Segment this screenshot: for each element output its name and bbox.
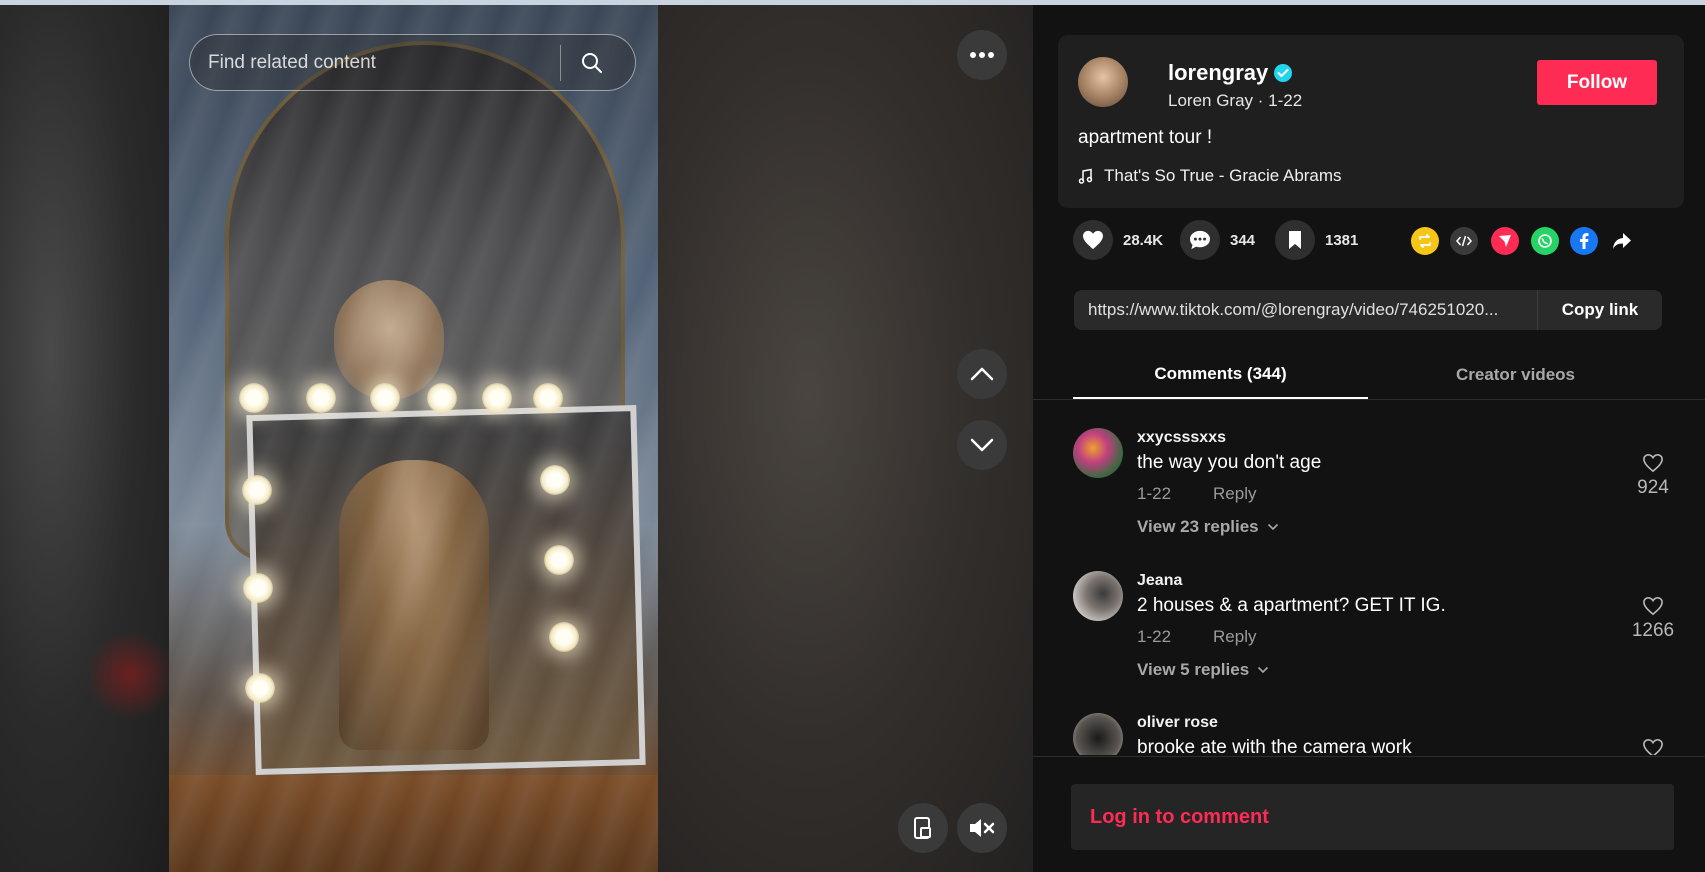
comment-text: 2 houses & a apartment? GET IT IG. — [1137, 595, 1446, 616]
view-replies-button[interactable]: View 23 replies — [1137, 517, 1279, 537]
save-count: 1381 — [1325, 231, 1359, 249]
bookmark-icon — [1289, 231, 1301, 249]
comment-like-button[interactable] — [1623, 738, 1683, 755]
search-input[interactable] — [190, 51, 560, 74]
heart-outline-icon — [1643, 738, 1663, 755]
embed-button[interactable] — [1450, 227, 1478, 255]
author-username[interactable]: lorengray — [1168, 60, 1268, 86]
comment-like-count: 1266 — [1631, 620, 1675, 641]
comment-meta: 1-22 Reply — [1137, 484, 1257, 504]
share-arrow-icon — [1613, 233, 1631, 249]
music-link[interactable]: That's So True - Gracie Abrams — [1078, 166, 1342, 186]
heart-outline-icon — [1643, 453, 1663, 473]
author-display-name: Loren Gray — [1168, 91, 1254, 110]
search-icon — [582, 52, 602, 73]
tab-comments[interactable]: Comments (344) — [1073, 350, 1368, 399]
chevron-down-icon — [1267, 523, 1278, 531]
author-subline: Loren Gray · 1-22 — [1168, 91, 1302, 111]
comment-date: 1-22 — [1137, 627, 1172, 646]
details-panel: lorengray Loren Gray · 1-22 Follow apart… — [1033, 5, 1705, 872]
view-replies-label[interactable]: View 5 replies — [1137, 660, 1249, 680]
embed-icon — [1456, 235, 1472, 247]
mute-button[interactable] — [957, 803, 1007, 853]
previous-video-button[interactable] — [957, 349, 1007, 399]
video-area — [0, 5, 1033, 872]
comment-date: 1-22 — [1137, 484, 1172, 503]
repost-icon — [1419, 234, 1431, 248]
facebook-icon — [1580, 233, 1589, 249]
verified-icon — [1274, 64, 1293, 82]
author-avatar[interactable] — [1078, 57, 1128, 107]
reply-button[interactable]: Reply — [1213, 627, 1256, 647]
next-video-button[interactable] — [957, 420, 1007, 470]
commenter-username[interactable]: xxycsssxxs — [1137, 429, 1226, 447]
comment-text: the way you don't age — [1137, 452, 1322, 473]
comment-button[interactable]: 344 — [1180, 220, 1255, 260]
search-bar[interactable] — [189, 34, 636, 91]
pip-icon — [914, 817, 931, 839]
mute-icon — [970, 819, 995, 837]
comment-like-button[interactable]: 924 — [1623, 453, 1683, 499]
post-description: apartment tour ! — [1078, 127, 1213, 148]
music-title[interactable]: That's So True - Gracie Abrams — [1104, 166, 1342, 186]
tab-creator-videos[interactable]: Creator videos — [1368, 350, 1663, 399]
comment-item: xxycsssxxs the way you don't age 1-22 Re… — [1073, 423, 1683, 548]
comment-like-count: 924 — [1637, 477, 1669, 498]
follow-button[interactable]: Follow — [1537, 60, 1657, 105]
video-blur-left — [0, 5, 170, 872]
chevron-down-icon — [1258, 666, 1269, 674]
more-options-button[interactable] — [957, 30, 1007, 80]
comment-like-button[interactable]: 1266 — [1623, 596, 1683, 642]
commenter-username[interactable]: oliver rose — [1137, 714, 1218, 732]
like-count: 28.4K — [1123, 231, 1164, 249]
commenter-avatar[interactable] — [1073, 571, 1123, 621]
comment-input-bar: Log in to comment — [1033, 756, 1705, 872]
comment-count: 344 — [1230, 231, 1256, 249]
commenter-avatar[interactable] — [1073, 713, 1123, 755]
chevron-up-icon — [970, 367, 994, 381]
whatsapp-share-button[interactable] — [1531, 227, 1559, 255]
share-link-url[interactable]: https://www.tiktok.com/@lorengray/video/… — [1074, 300, 1537, 320]
login-to-comment-button[interactable]: Log in to comment — [1071, 784, 1674, 850]
picture-in-picture-button[interactable] — [898, 803, 948, 853]
send-to-friends-button[interactable] — [1491, 227, 1519, 255]
heart-icon — [1083, 230, 1103, 250]
repost-button[interactable] — [1411, 227, 1439, 255]
comment-item: oliver rose brooke ate with the camera w… — [1073, 708, 1683, 755]
video-player[interactable] — [169, 5, 658, 872]
comment-meta: 1-22 Reply — [1137, 627, 1257, 647]
commenter-avatar[interactable] — [1073, 428, 1123, 478]
search-button[interactable] — [561, 34, 623, 91]
commenter-username[interactable]: Jeana — [1137, 572, 1182, 590]
comment-text: brooke ate with the camera work — [1137, 737, 1412, 755]
author-username-row[interactable]: lorengray — [1168, 60, 1293, 86]
facebook-share-button[interactable] — [1570, 227, 1598, 255]
comment-list[interactable]: xxycsssxxs the way you don't age 1-22 Re… — [1033, 401, 1705, 755]
reply-button[interactable]: Reply — [1213, 484, 1256, 504]
like-button[interactable]: 28.4K — [1073, 220, 1163, 260]
comment-item: Jeana 2 houses & a apartment? GET IT IG.… — [1073, 566, 1683, 691]
more-share-button[interactable] — [1608, 227, 1636, 255]
music-note-icon — [1078, 168, 1093, 184]
action-bar: 28.4K 344 1381 — [1073, 220, 1683, 270]
comment-tabs: Comments (344) Creator videos — [1033, 350, 1705, 400]
chevron-down-icon — [970, 438, 994, 452]
comment-icon — [1190, 230, 1210, 250]
copy-link-button[interactable]: Copy link — [1537, 290, 1662, 330]
save-button[interactable]: 1381 — [1275, 220, 1358, 260]
author-info-card: lorengray Loren Gray · 1-22 Follow apart… — [1058, 35, 1684, 208]
share-link-box: https://www.tiktok.com/@lorengray/video/… — [1074, 290, 1662, 330]
post-date: 1-22 — [1268, 91, 1303, 110]
send-icon — [1499, 235, 1511, 247]
subline-separator: · — [1257, 91, 1269, 110]
view-replies-label[interactable]: View 23 replies — [1137, 517, 1259, 537]
view-replies-button[interactable]: View 5 replies — [1137, 660, 1269, 680]
heart-outline-icon — [1643, 596, 1663, 616]
whatsapp-icon — [1538, 234, 1552, 248]
more-icon — [970, 52, 994, 58]
